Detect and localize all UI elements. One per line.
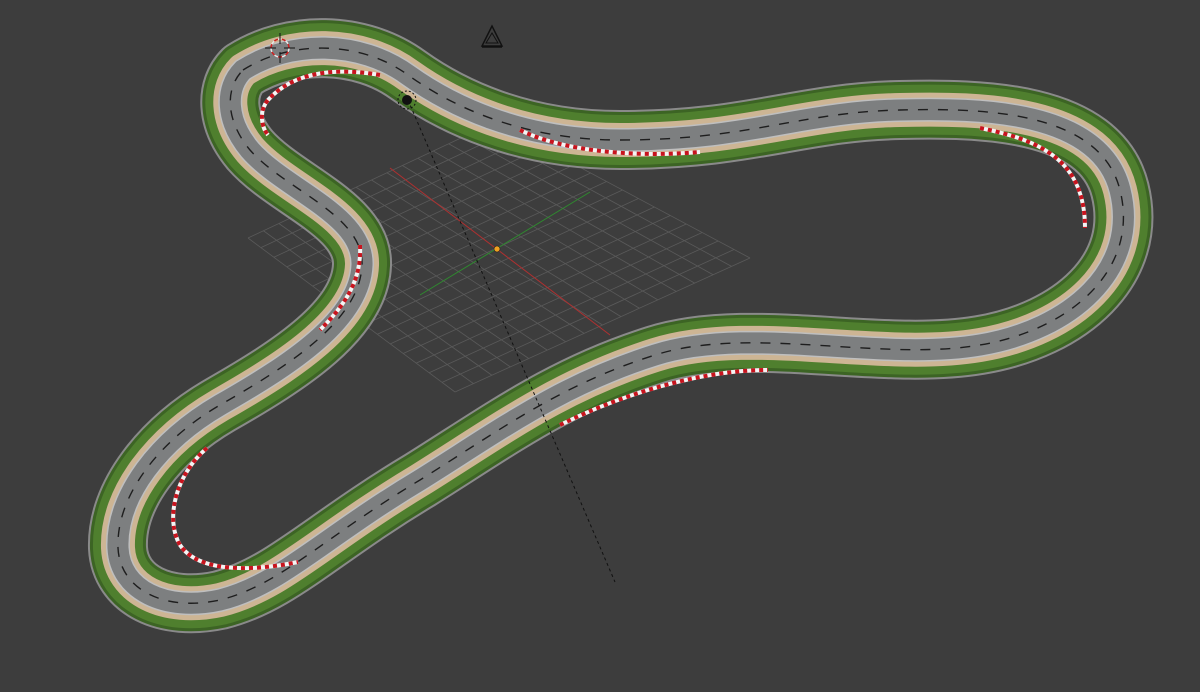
grid-line [433,150,677,292]
grid-line [390,215,671,345]
object-origin[interactable] [493,245,501,253]
3d-viewport[interactable] [0,0,1200,692]
grid-line [351,189,623,316]
grid-line [364,198,639,325]
grid-line [417,157,659,301]
grid-line [377,206,655,335]
x-axis-line [389,167,611,336]
camera-view-line [407,99,616,583]
camera-icon[interactable] [480,24,504,48]
race-track[interactable] [118,48,1124,603]
viewport-canvas[interactable] [0,0,1200,692]
grid-line [402,165,640,309]
